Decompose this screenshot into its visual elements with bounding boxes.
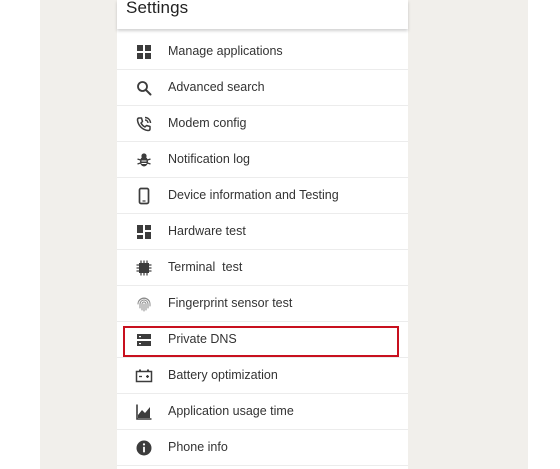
- settings-item-notification-log[interactable]: Notification log: [117, 142, 408, 178]
- settings-item-advanced-search[interactable]: Advanced search: [117, 70, 408, 106]
- settings-item-label: Modem config: [168, 116, 247, 130]
- battery-icon: [135, 367, 153, 385]
- settings-item-label: Terminal test: [168, 260, 243, 274]
- settings-item-fingerprint-sensor-test[interactable]: Fingerprint sensor test: [117, 286, 408, 322]
- settings-item-device-information[interactable]: Device information and Testing: [117, 178, 408, 214]
- settings-item-label: Application usage time: [168, 404, 294, 418]
- settings-list: Manage applications Advanced search Mode…: [117, 34, 408, 466]
- page-title: Settings: [126, 0, 189, 17]
- dashboard-icon: [135, 223, 153, 241]
- background-left-band: [40, 0, 117, 469]
- settings-item-private-dns[interactable]: Private DNS: [117, 322, 408, 358]
- settings-item-label: Fingerprint sensor test: [168, 296, 293, 310]
- settings-item-label: Battery optimization: [168, 368, 278, 382]
- settings-item-label: Manage applications: [168, 44, 283, 58]
- smartphone-icon: [135, 187, 153, 205]
- grid-icon: [135, 43, 153, 61]
- settings-item-hardware-test[interactable]: Hardware test: [117, 214, 408, 250]
- background-right-band: [408, 0, 528, 469]
- settings-item-terminal-test[interactable]: Terminal test: [117, 250, 408, 286]
- settings-item-label: Phone info: [168, 440, 228, 454]
- search-icon: [135, 79, 153, 97]
- settings-item-battery-optimization[interactable]: Battery optimization: [117, 358, 408, 394]
- settings-item-label: Device information and Testing: [168, 188, 339, 202]
- settings-item-label: Notification log: [168, 152, 250, 166]
- settings-item-label: Private DNS: [168, 332, 237, 346]
- phone-call-icon: [135, 115, 153, 133]
- app-bar: Settings: [117, 0, 408, 29]
- info-icon: [135, 439, 153, 457]
- chip-icon: [135, 259, 153, 277]
- settings-item-label: Advanced search: [168, 80, 265, 94]
- settings-item-phone-info[interactable]: Phone info: [117, 430, 408, 466]
- bug-icon: [135, 151, 153, 169]
- settings-item-manage-applications[interactable]: Manage applications: [117, 34, 408, 70]
- fingerprint-icon: [135, 295, 153, 313]
- settings-item-application-usage-time[interactable]: Application usage time: [117, 394, 408, 430]
- settings-panel: Settings Manage applications Advanced se…: [117, 0, 408, 469]
- settings-item-modem-config[interactable]: Modem config: [117, 106, 408, 142]
- chart-icon: [135, 403, 153, 421]
- settings-item-label: Hardware test: [168, 224, 246, 238]
- dns-icon: [135, 331, 153, 349]
